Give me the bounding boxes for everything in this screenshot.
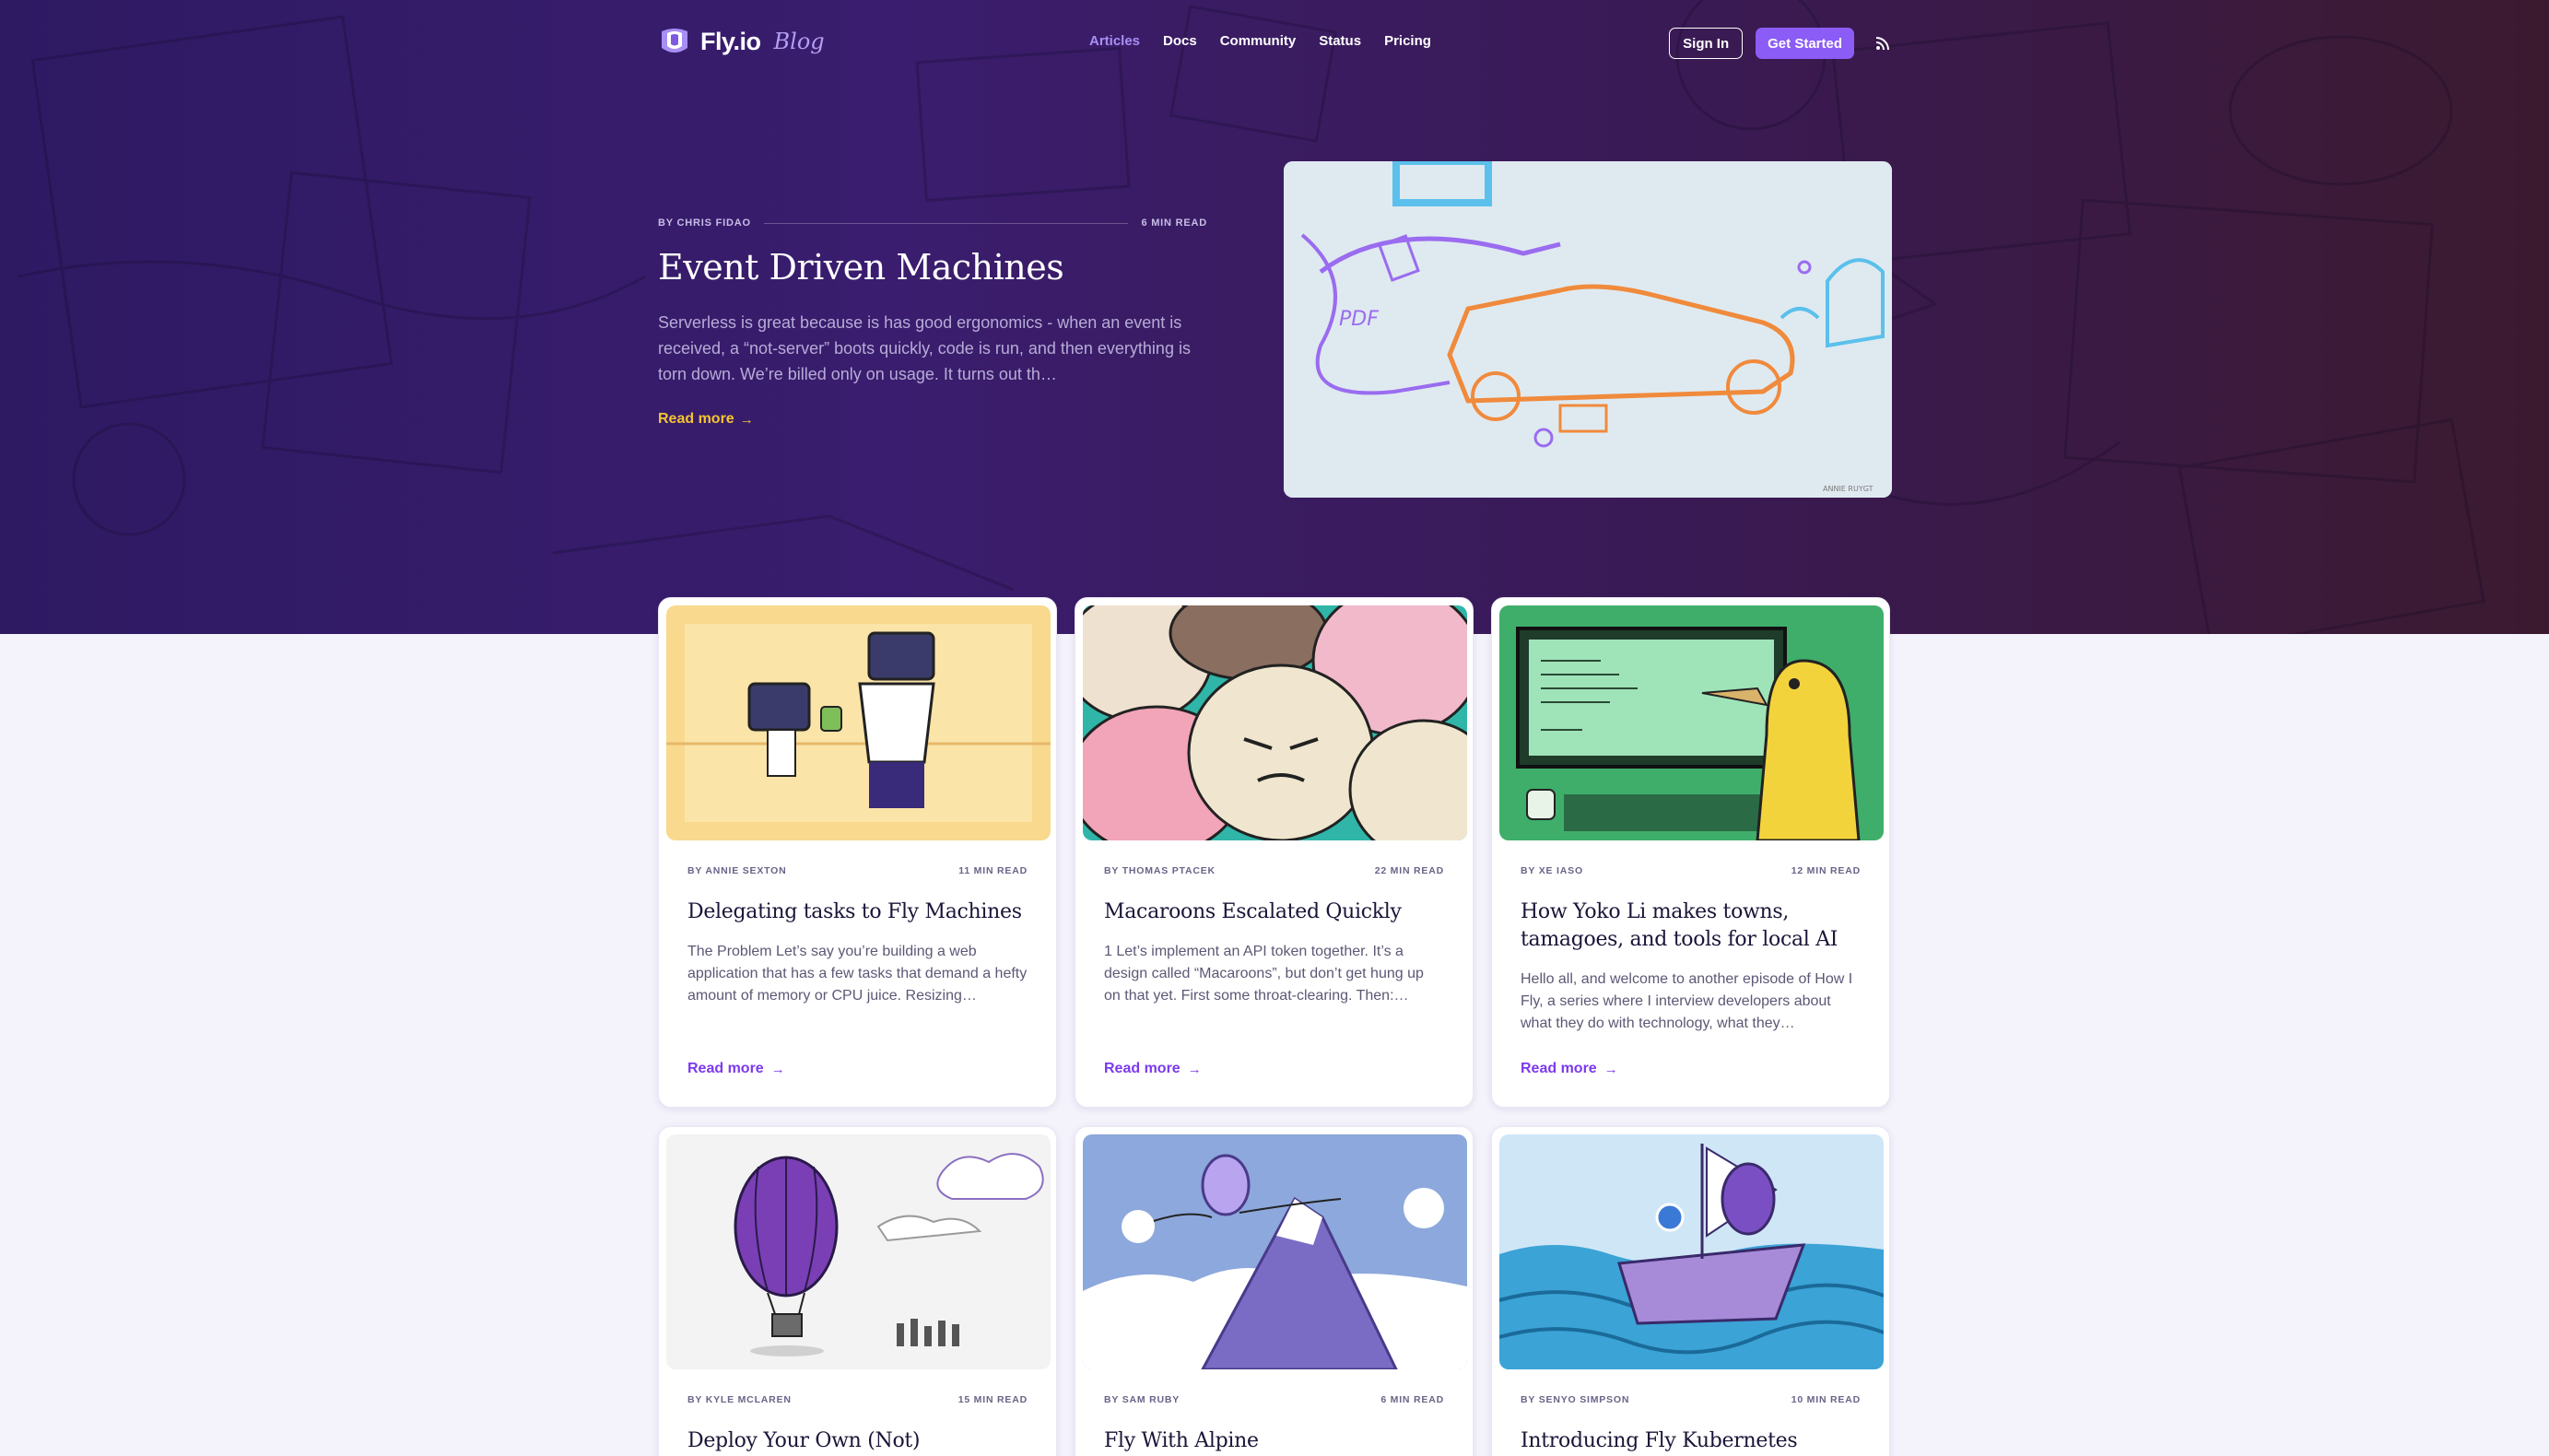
card-author: BY KYLE MCLAREN [687,1394,792,1405]
card-meta: BY ANNIE SEXTON 11 MIN READ [687,865,1028,876]
article-card[interactable]: BY ANNIE SEXTON 11 MIN READ Delegating t… [658,597,1057,1108]
read-more-label: Read more [687,1061,764,1076]
nav-link-community[interactable]: Community [1220,33,1297,49]
arrow-right-icon: → [739,411,754,428]
meta-divider [1228,871,1362,872]
read-more-label: Read more [1104,1061,1181,1076]
featured-read-time: 6 MIN READ [1141,217,1207,229]
card-meta: BY THOMAS PTACEK 22 MIN READ [1104,865,1444,876]
hero-background [0,0,2549,634]
rss-icon[interactable] [1874,35,1891,52]
card-author: BY SENYO SIMPSON [1521,1394,1630,1405]
card-meta: BY SENYO SIMPSON 10 MIN READ [1521,1394,1861,1405]
card-meta: BY XE IASO 12 MIN READ [1521,865,1861,876]
card-image [1499,605,1884,840]
card-image [1499,1134,1884,1369]
card-body: BY THOMAS PTACEK 22 MIN READ Macaroons E… [1104,865,1444,1007]
alpine-mountain-balloon-illustration [1083,1134,1467,1369]
card-meta: BY KYLE MCLAREN 15 MIN READ [687,1394,1028,1405]
hot-air-balloon-illustration [666,1134,1051,1369]
card-read-time: 22 MIN READ [1374,865,1444,876]
hero-sketch-pattern [18,0,2485,634]
arrow-right-icon: → [770,1061,785,1077]
card-author: BY SAM RUBY [1104,1394,1181,1405]
card-author: BY XE IASO [1521,865,1583,876]
nav-link-pricing[interactable]: Pricing [1384,33,1431,49]
card-title[interactable]: Deploy Your Own (Not) [687,1427,1028,1455]
arrow-right-icon: → [1187,1061,1202,1077]
card-excerpt: 1 Let’s implement an API token together.… [1104,944,1424,1004]
macaroons-illustration [1083,605,1467,840]
card-author: BY THOMAS PTACEK [1104,865,1216,876]
meta-divider [763,222,1129,224]
card-body: BY SAM RUBY 6 MIN READ Fly With Alpine [1104,1394,1444,1455]
card-author: BY ANNIE SEXTON [687,865,787,876]
featured-author: BY CHRIS FIDAO [658,217,751,229]
card-meta: BY SAM RUBY 6 MIN READ [1104,1394,1444,1405]
meta-divider [800,871,946,872]
logo-text: Fly.io [700,27,761,55]
card-body: BY XE IASO 12 MIN READ How Yoko Li makes… [1521,865,1861,1035]
card-read-more-link[interactable]: Read more → [1104,1061,1202,1077]
nav-links: Articles Docs Community Status Pricing [1089,33,1431,49]
featured-image[interactable]: PDF ANNIE RUYGT [1284,161,1892,498]
card-read-time: 15 MIN READ [957,1394,1028,1405]
robots-handshake-illustration [666,605,1051,840]
card-read-more-link[interactable]: Read more → [1521,1061,1618,1077]
read-more-label: Read more [658,411,734,427]
card-read-more-link[interactable]: Read more → [687,1061,785,1077]
card-image [1083,1134,1467,1369]
article-card[interactable]: BY XE IASO 12 MIN READ How Yoko Li makes… [1491,597,1890,1108]
card-read-time: 11 MIN READ [958,865,1028,876]
card-excerpt: Hello all, and welcome to another episod… [1521,971,1853,1031]
nav-link-docs[interactable]: Docs [1163,33,1197,49]
nav-actions: Sign In Get Started [1669,28,1891,59]
card-title[interactable]: Delegating tasks to Fly Machines [687,898,1028,926]
image-credit: ANNIE RUYGT [1823,485,1874,493]
card-title[interactable]: Introducing Fly Kubernetes [1521,1427,1861,1455]
top-nav: Fly.io Blog Articles Docs Community Stat… [658,24,1891,65]
sign-in-button[interactable]: Sign In [1669,28,1744,59]
featured-article: BY CHRIS FIDAO 6 MIN READ Event Driven M… [658,217,1207,428]
meta-divider [1596,871,1779,872]
card-read-time: 12 MIN READ [1791,865,1861,876]
meta-divider [1192,1400,1368,1401]
pdf-label: PDF [1339,308,1379,331]
card-body: BY KYLE MCLAREN 15 MIN READ Deploy Your … [687,1394,1028,1455]
get-started-button[interactable]: Get Started [1756,28,1854,59]
kubernetes-boat-illustration [1499,1134,1884,1369]
logo[interactable]: Fly.io Blog [658,26,825,57]
card-body: BY SENYO SIMPSON 10 MIN READ Introducing… [1521,1394,1861,1455]
featured-meta: BY CHRIS FIDAO 6 MIN READ [658,217,1207,229]
featured-read-more-link[interactable]: Read more → [658,411,754,428]
meta-divider [1642,1400,1778,1401]
read-more-label: Read more [1521,1061,1597,1076]
card-body: BY ANNIE SEXTON 11 MIN READ Delegating t… [687,865,1028,1007]
fly-balloon-logo-icon [662,29,687,53]
card-title[interactable]: Macaroons Escalated Quickly [1104,898,1444,926]
card-excerpt: The Problem Let’s say you’re building a … [687,944,1028,1004]
card-title[interactable]: Fly With Alpine [1104,1427,1444,1455]
nav-link-articles[interactable]: Articles [1089,33,1140,49]
car-illustration: PDF ANNIE RUYGT [1284,161,1892,498]
article-card[interactable]: BY THOMAS PTACEK 22 MIN READ Macaroons E… [1075,597,1474,1108]
yellow-bird-computer-illustration [1499,605,1884,840]
article-card[interactable]: BY KYLE MCLAREN 15 MIN READ Deploy Your … [658,1126,1057,1456]
card-image [666,605,1051,840]
meta-divider [805,1400,946,1401]
card-title[interactable]: How Yoko Li makes towns, tamagoes, and t… [1521,898,1861,954]
article-card[interactable]: BY SAM RUBY 6 MIN READ Fly With Alpine [1075,1126,1474,1456]
featured-excerpt: Serverless is great because is has good … [658,313,1191,383]
card-image [666,1134,1051,1369]
logo-blog-label: Blog [773,29,825,54]
arrow-right-icon: → [1603,1061,1618,1077]
nav-link-status[interactable]: Status [1319,33,1361,49]
card-read-time: 10 MIN READ [1791,1394,1861,1405]
card-image [1083,605,1467,840]
card-read-time: 6 MIN READ [1380,1394,1444,1405]
featured-title[interactable]: Event Driven Machines [658,247,1207,288]
article-card[interactable]: BY SENYO SIMPSON 10 MIN READ Introducing… [1491,1126,1890,1456]
